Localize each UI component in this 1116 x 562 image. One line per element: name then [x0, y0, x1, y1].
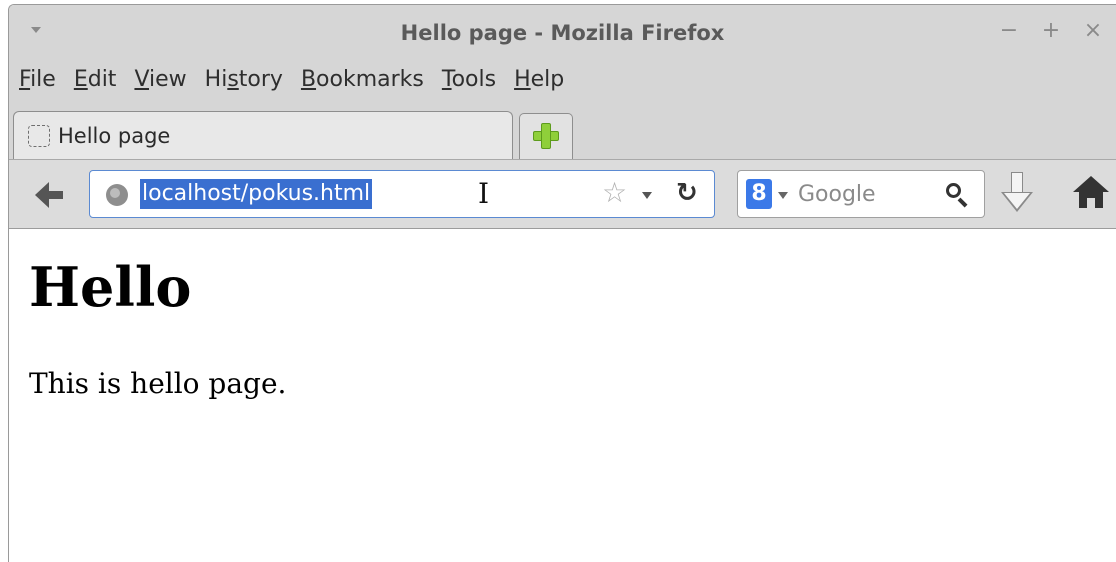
url-bar[interactable]: localhost/pokus.html I ☆ ↻ — [89, 170, 715, 218]
tab-hello-page[interactable]: Hello page — [13, 111, 513, 159]
tab-label: Hello page — [58, 123, 171, 148]
browser-chrome: Hello page - Mozilla Firefox − + × File … — [9, 5, 1116, 229]
page-content: Hello This is hello page. — [9, 229, 1116, 562]
star-icon[interactable]: ☆ — [602, 178, 627, 208]
menu-bar: File Edit View History Bookmarks Tools H… — [19, 65, 564, 95]
back-button[interactable] — [35, 182, 63, 208]
menu-history[interactable]: History — [205, 65, 283, 95]
minimize-button[interactable]: − — [998, 17, 1020, 45]
navigation-toolbar: localhost/pokus.html I ☆ ↻ 8 Google — [9, 159, 1116, 229]
menu-help[interactable]: Help — [514, 65, 564, 95]
home-icon[interactable] — [1073, 176, 1109, 210]
chevron-down-icon[interactable] — [642, 192, 652, 199]
menu-view[interactable]: View — [134, 65, 186, 95]
globe-icon[interactable] — [106, 184, 128, 206]
plus-icon-vertical — [541, 123, 551, 149]
title-bar[interactable]: Hello page - Mozilla Firefox − + × — [9, 5, 1116, 61]
close-button[interactable]: × — [1082, 17, 1104, 45]
menu-bookmarks[interactable]: Bookmarks — [301, 65, 424, 95]
search-bar[interactable]: 8 Google — [737, 170, 985, 218]
url-input[interactable]: localhost/pokus.html — [140, 179, 373, 209]
menu-file[interactable]: File — [19, 65, 56, 95]
browser-window: Hello page - Mozilla Firefox − + × File … — [8, 4, 1116, 562]
search-input[interactable]: Google — [798, 181, 876, 209]
window-title: Hello page - Mozilla Firefox — [400, 21, 725, 45]
reload-icon[interactable]: ↻ — [676, 177, 698, 209]
window-controls: − + × — [998, 17, 1104, 45]
page-favicon-icon — [28, 124, 50, 147]
search-icon[interactable] — [944, 181, 972, 209]
text-cursor-icon: I — [478, 177, 490, 210]
menu-edit[interactable]: Edit — [74, 65, 117, 95]
download-icon[interactable] — [1001, 172, 1033, 216]
new-tab-button[interactable] — [519, 113, 573, 159]
menu-tools[interactable]: Tools — [442, 65, 496, 95]
engine-dropdown-icon[interactable] — [778, 192, 788, 199]
maximize-button[interactable]: + — [1040, 17, 1062, 45]
page-paragraph: This is hello page. — [29, 367, 287, 400]
page-heading: Hello — [29, 255, 192, 319]
back-arrow-shaft — [47, 191, 63, 199]
google-engine-icon[interactable]: 8 — [746, 179, 772, 209]
tab-strip: Hello page — [9, 109, 1116, 159]
